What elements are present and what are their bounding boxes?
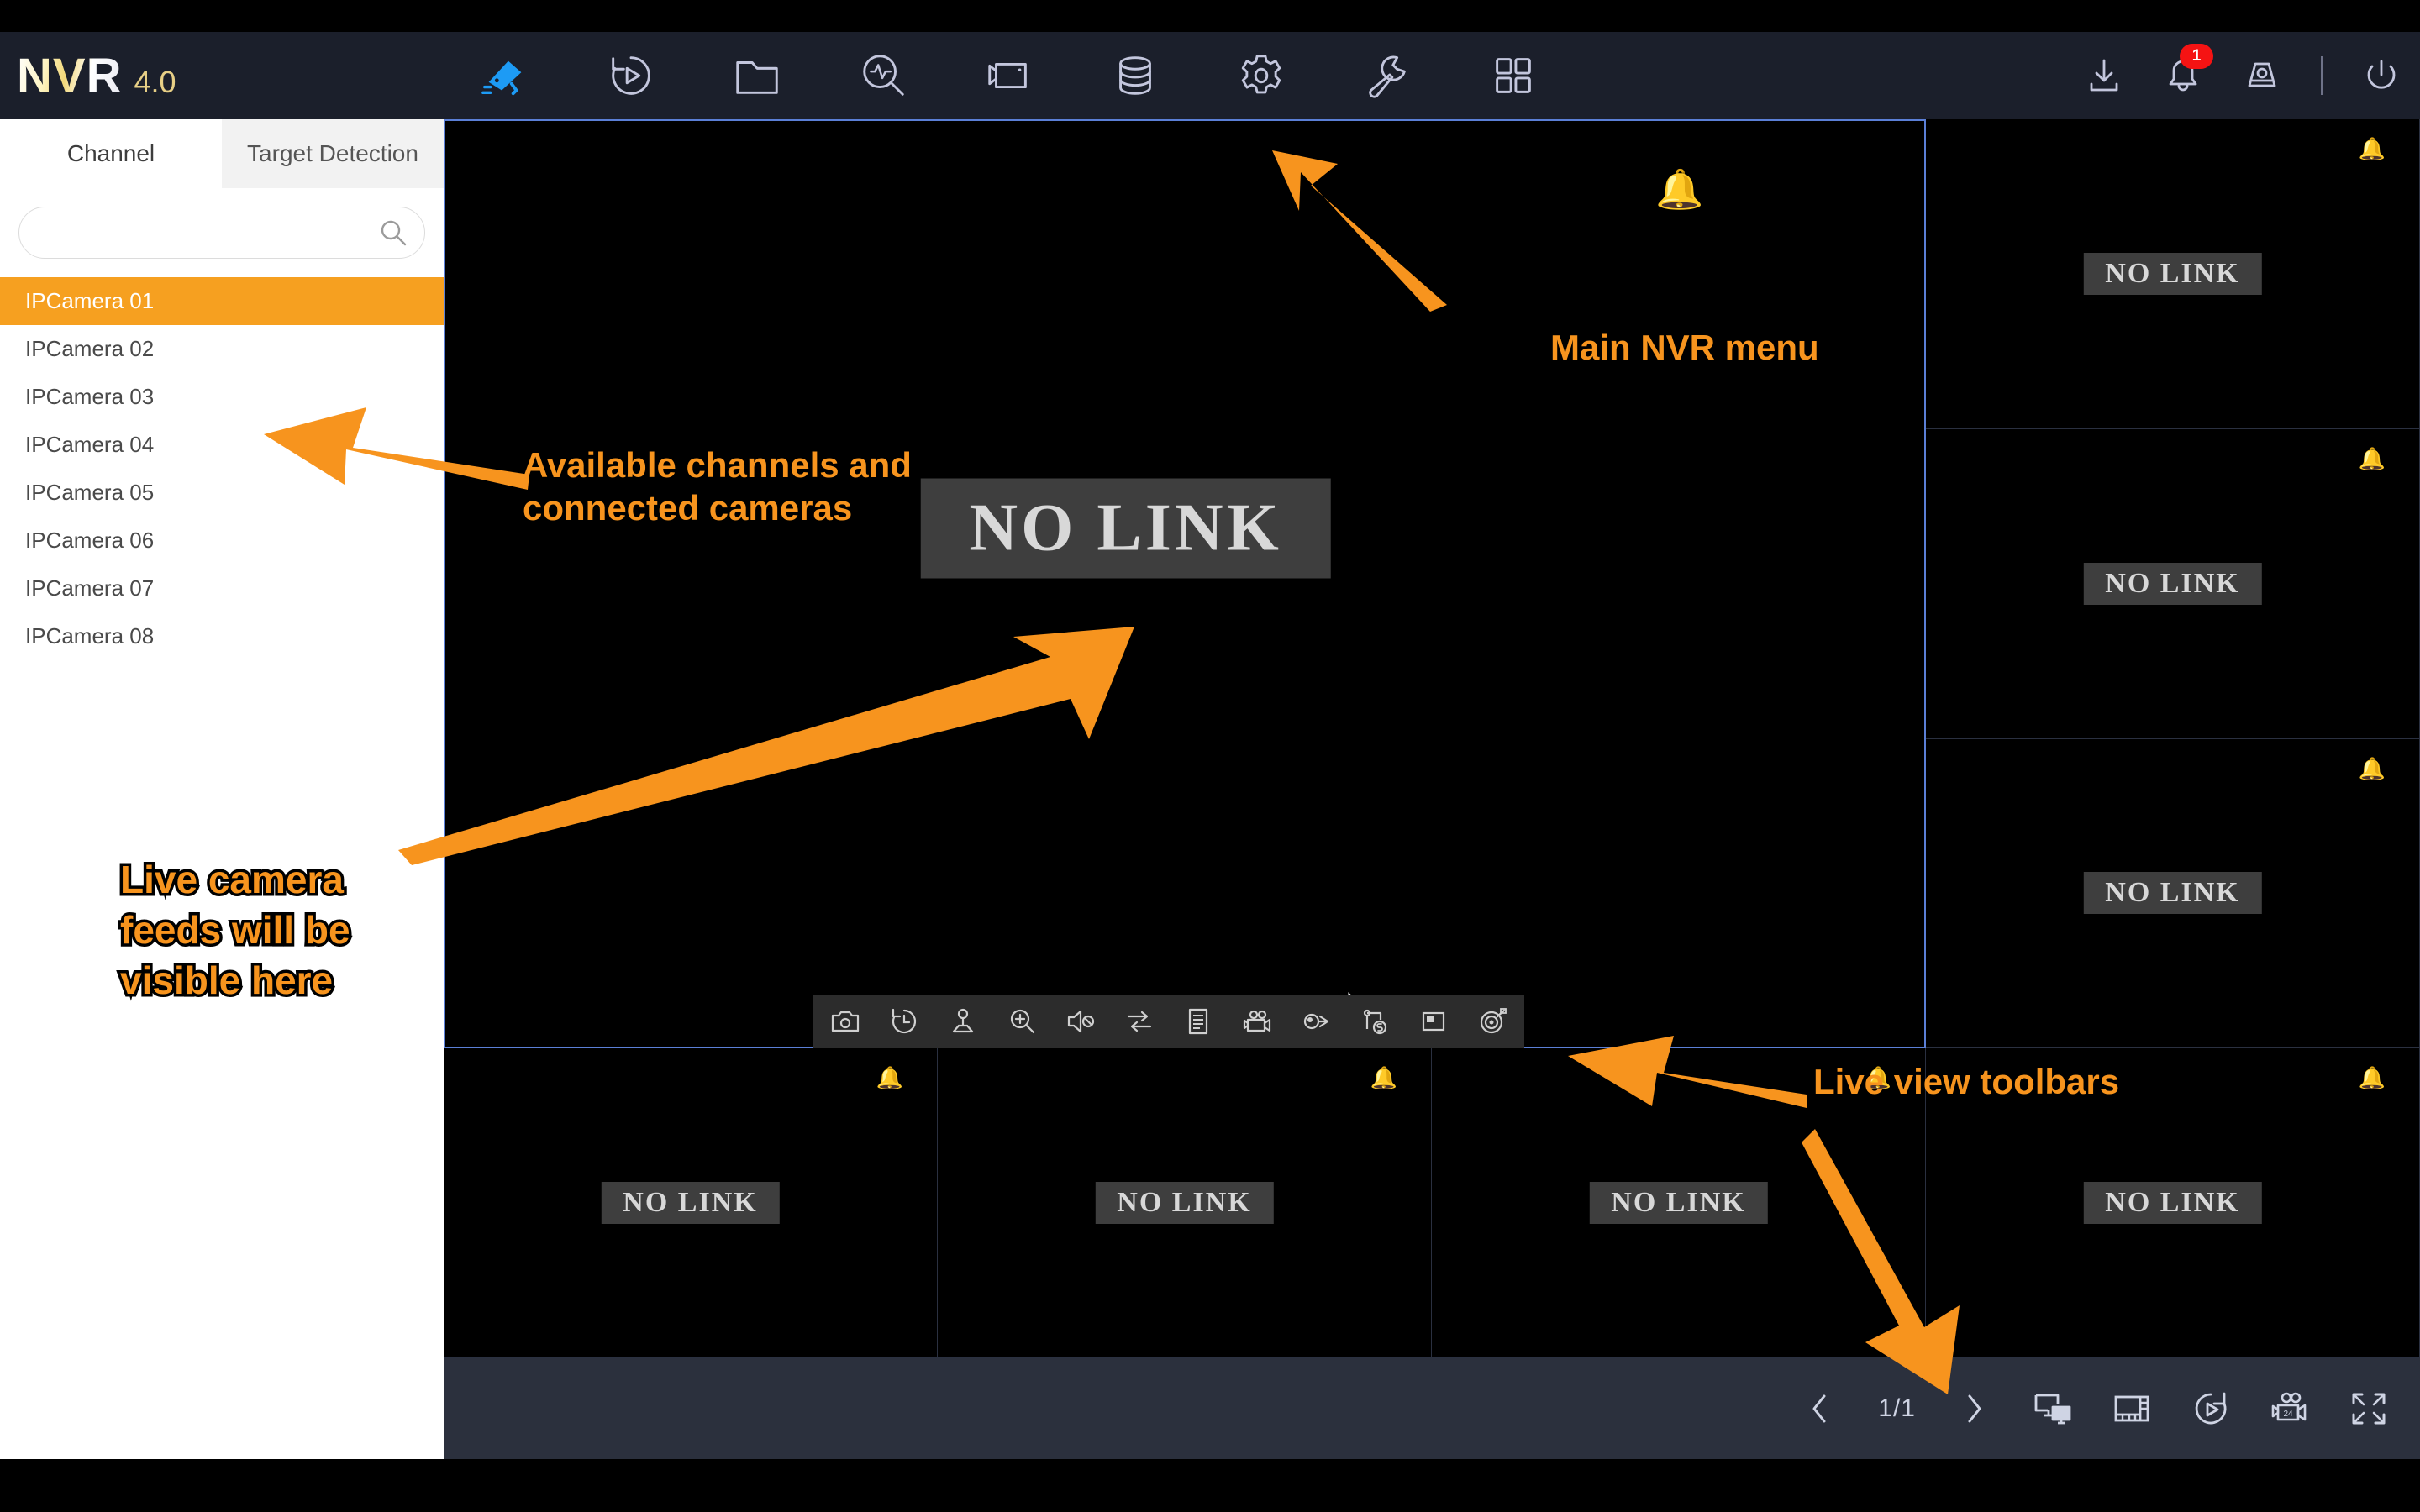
list-item[interactable]: IPCamera 07 [0, 564, 444, 612]
alarm-bell-icon: 🔔 [2359, 1067, 2386, 1089]
cell-r4c2[interactable]: 🔔 NO LINK [938, 1048, 1432, 1358]
cell-r2c4[interactable]: 🔔 NO LINK [1926, 429, 2420, 739]
status-badge: NO LINK [2083, 253, 2261, 295]
alarm-bell-icon: 🔔 [2359, 448, 2386, 470]
instant-playback-icon[interactable] [887, 1005, 921, 1038]
record-24h-icon[interactable]: 24 [2269, 1388, 2311, 1430]
bottom-control-bar: 1/1 [444, 1358, 2420, 1459]
multi-screen-preview-icon[interactable] [2032, 1388, 2074, 1430]
channel-sidebar: Channel Target Detection IPCamera 01 IPC… [0, 119, 444, 1459]
smart-search-icon[interactable] [857, 50, 909, 102]
cell-r4c1[interactable]: 🔔 NO LINK [444, 1048, 938, 1358]
status-badge: NO LINK [920, 478, 1331, 578]
manual-record-icon[interactable] [1240, 1005, 1274, 1038]
live-view-toolbar [813, 995, 1524, 1048]
audio-mute-icon[interactable] [1064, 1005, 1097, 1038]
list-item[interactable]: IPCamera 02 [0, 325, 444, 373]
cell-main[interactable]: 🔔 NO LINK [444, 119, 1926, 1048]
brand-version: 4.0 [134, 65, 176, 100]
settings-gear-icon[interactable] [1235, 50, 1287, 102]
nvr-application: NVR 4.0 [0, 32, 2420, 1470]
page-indicator: 1/1 [1878, 1394, 1916, 1423]
search-input[interactable] [34, 220, 377, 246]
picture-in-picture-icon[interactable] [1417, 1005, 1450, 1038]
storage-icon[interactable] [1109, 50, 1161, 102]
layout-select-icon[interactable] [2111, 1388, 2153, 1430]
status-badge: NO LINK [2083, 872, 2261, 914]
alarm-bell-icon: 🔔 [1865, 1067, 1891, 1089]
tab-channel[interactable]: Channel [0, 119, 222, 188]
alarm-bell-icon: 🔔 [1370, 1067, 1397, 1089]
alarm-device-icon[interactable] [2242, 55, 2282, 96]
cell-r4c4[interactable]: 🔔 NO LINK [1926, 1048, 2420, 1358]
search-container [0, 188, 444, 259]
grid-apps-icon[interactable] [1487, 50, 1539, 102]
cell-r3c4[interactable]: 🔔 NO LINK [1926, 739, 2420, 1049]
download-icon[interactable] [2084, 55, 2124, 96]
maintenance-wrench-icon[interactable] [1361, 50, 1413, 102]
live-view-area: 🔔 NO LINK 🔔 NO LINK 🔔 NO LINK 🔔 NO LINK … [444, 119, 2420, 1459]
ptz-control-icon[interactable] [946, 1005, 980, 1038]
osd-info-icon[interactable] [1181, 1005, 1215, 1038]
alarm-bell-icon: 🔔 [1655, 170, 1703, 208]
smart-link-icon[interactable] [1358, 1005, 1392, 1038]
status-badge: NO LINK [2083, 1182, 2261, 1224]
playback-icon[interactable] [605, 50, 657, 102]
status-badge: NO LINK [601, 1182, 779, 1224]
video-grid: 🔔 NO LINK 🔔 NO LINK 🔔 NO LINK 🔔 NO LINK … [444, 119, 2420, 1358]
app-logo: NVR 4.0 [0, 48, 471, 104]
sidebar-tabs: Channel Target Detection [0, 119, 444, 188]
top-right-actions: 1 [2084, 32, 2402, 119]
prev-page-button[interactable] [1799, 1388, 1841, 1430]
stream-switch-icon[interactable] [1123, 1005, 1156, 1038]
list-item[interactable]: IPCamera 03 [0, 373, 444, 421]
status-badge: NO LINK [1589, 1182, 1767, 1224]
cell-r4c3[interactable]: 🔔 NO LINK [1432, 1048, 1926, 1358]
alarm-bell-icon: 🔔 [876, 1067, 903, 1089]
main-nvr-menu [479, 50, 1539, 102]
target-detection-icon[interactable] [1476, 1005, 1509, 1038]
toolbar-divider [2321, 56, 2323, 95]
file-management-icon[interactable] [731, 50, 783, 102]
list-item[interactable]: IPCamera 05 [0, 469, 444, 517]
snapshot-camera-icon[interactable] [829, 1005, 862, 1038]
brand-name: NVR [17, 48, 122, 104]
channel-list: IPCamera 01 IPCamera 02 IPCamera 03 IPCa… [0, 277, 444, 660]
status-badge: NO LINK [2083, 563, 2261, 605]
top-toolbar: NVR 4.0 [0, 32, 2420, 119]
cell-r1c4[interactable]: 🔔 NO LINK [1926, 119, 2420, 429]
status-badge: NO LINK [1095, 1182, 1273, 1224]
fullscreen-icon[interactable] [2348, 1388, 2390, 1430]
live-view-icon[interactable] [479, 50, 531, 102]
next-page-button[interactable] [1953, 1388, 1995, 1430]
alarm-bell-icon: 🔔 [2359, 138, 2386, 160]
camera-config-icon[interactable] [983, 50, 1035, 102]
search-icon[interactable] [377, 217, 409, 249]
list-item[interactable]: IPCamera 01 [0, 277, 444, 325]
auto-sequence-icon[interactable] [2190, 1388, 2232, 1430]
tab-target-detection[interactable]: Target Detection [222, 119, 444, 188]
list-item[interactable]: IPCamera 04 [0, 421, 444, 469]
fisheye-icon[interactable] [1299, 1005, 1333, 1038]
digital-zoom-icon[interactable] [1005, 1005, 1039, 1038]
list-item[interactable]: IPCamera 08 [0, 612, 444, 660]
power-icon[interactable] [2361, 55, 2402, 96]
alarm-bell-icon: 🔔 [2359, 758, 2386, 780]
notification-badge: 1 [2180, 44, 2213, 69]
svg-text:24: 24 [2283, 1410, 2293, 1419]
notification-bell-icon[interactable]: 1 [2163, 55, 2203, 96]
list-item[interactable]: IPCamera 06 [0, 517, 444, 564]
search-box[interactable] [18, 207, 425, 259]
